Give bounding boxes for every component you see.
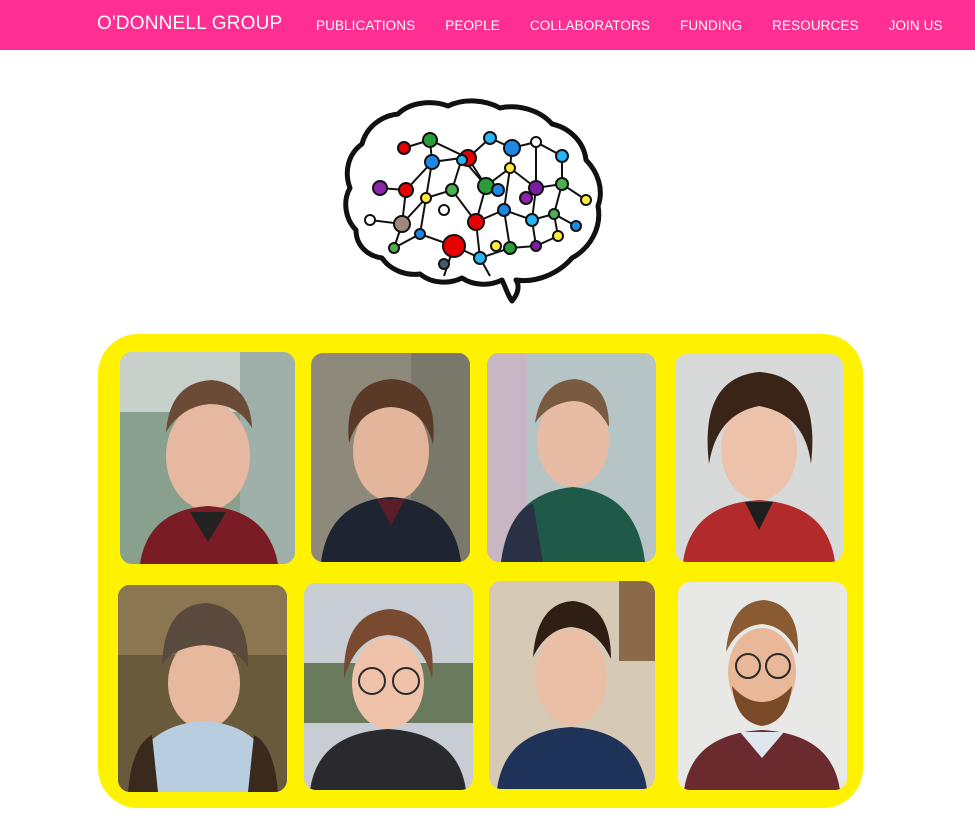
nav-resources[interactable]: RESOURCES: [772, 18, 858, 33]
team-member-photo-2: [311, 353, 470, 562]
team-member-photo-3: [487, 353, 656, 562]
team-member-photo-1: [120, 352, 295, 564]
nav-funding[interactable]: FUNDING: [680, 18, 742, 33]
team-member-photo-4: [675, 354, 843, 562]
team-member-photo-5: [118, 585, 287, 792]
site-brand-link[interactable]: O'DONNELL GROUP: [97, 13, 282, 35]
nav-join-us[interactable]: JOIN US: [889, 18, 943, 33]
nav-collaborators[interactable]: COLLABORATORS: [530, 18, 650, 33]
team-member-photo-6: [304, 583, 473, 790]
nav-publications[interactable]: PUBLICATIONS: [316, 18, 415, 33]
main-nav: PUBLICATIONS PEOPLE COLLABORATORS FUNDIN…: [316, 18, 943, 33]
brain-network-icon: [340, 98, 608, 310]
top-navbar: O'DONNELL GROUP PUBLICATIONS PEOPLE COLL…: [0, 0, 975, 50]
team-member-photo-7: [489, 581, 655, 789]
team-member-photo-8: [678, 582, 847, 790]
nav-people[interactable]: PEOPLE: [445, 18, 500, 33]
